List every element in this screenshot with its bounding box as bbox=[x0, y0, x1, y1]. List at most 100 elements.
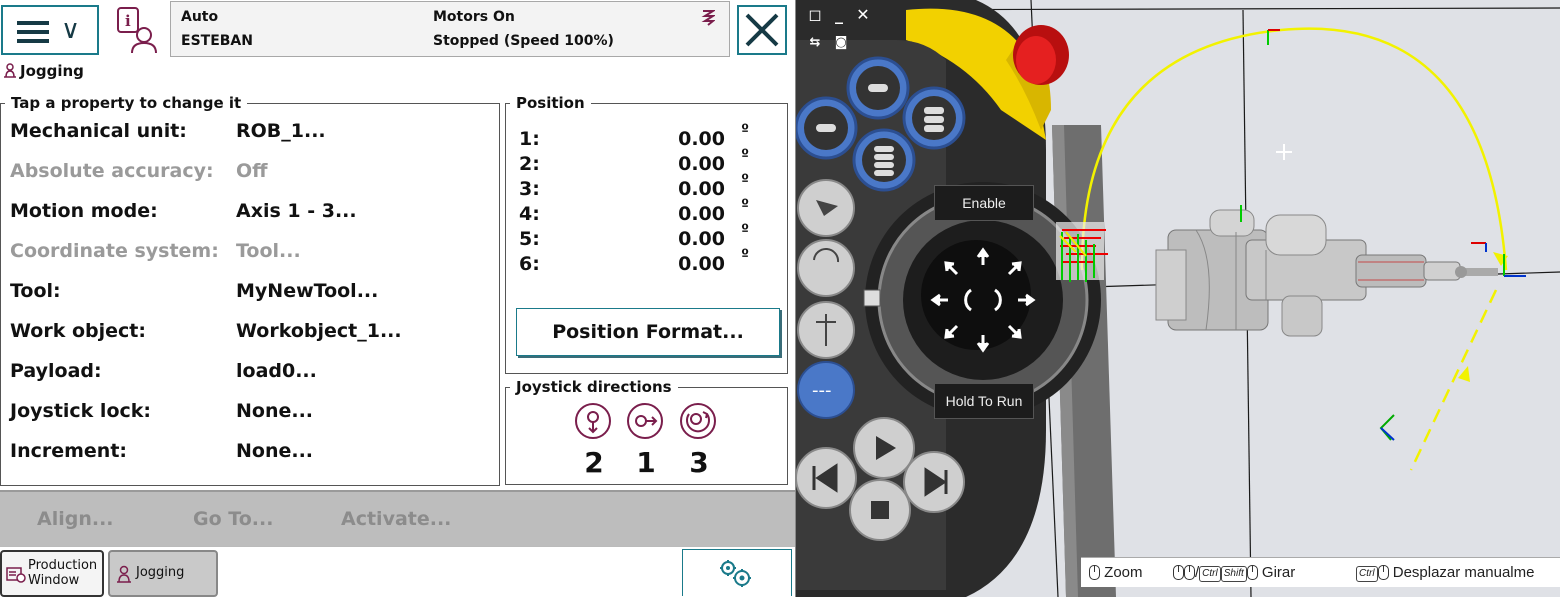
prop-value: None... bbox=[236, 400, 314, 422]
axis-value: 0.00 bbox=[678, 253, 725, 275]
taskbar: Production Window Jogging bbox=[0, 546, 795, 597]
restore-icon[interactable]: ◻ bbox=[806, 6, 824, 24]
task-production-window[interactable]: Production Window bbox=[0, 550, 104, 597]
swap-icon[interactable]: ⇆ bbox=[806, 34, 824, 52]
task-label: Window bbox=[28, 573, 80, 588]
degree-unit: º bbox=[741, 122, 749, 138]
mouse-icon bbox=[1184, 565, 1195, 580]
svg-text:---: --- bbox=[812, 380, 832, 401]
position-format-button[interactable]: Position Format... bbox=[516, 308, 780, 356]
prop-value: Workobject_1... bbox=[236, 320, 402, 342]
axis-number: 2: bbox=[519, 153, 540, 175]
zoom-hint: Zoom bbox=[1089, 564, 1143, 581]
task-label: Production bbox=[28, 558, 98, 573]
prop-value: load0... bbox=[236, 360, 317, 382]
prop-label: Motion mode: bbox=[10, 200, 158, 222]
mouse-icon bbox=[1246, 565, 1258, 580]
program-state: Stopped (Speed 100%) bbox=[433, 33, 614, 49]
degree-unit: º bbox=[741, 172, 749, 188]
flexpendant-screen: ∨ i Auto ESTEBAN Motors On Stopped (Spee… bbox=[0, 0, 795, 597]
controller-name: ESTEBAN bbox=[181, 33, 253, 49]
main-menu-button[interactable]: ∨ bbox=[1, 5, 99, 55]
align-button[interactable]: Align... bbox=[37, 508, 114, 530]
status-bar[interactable]: Auto ESTEBAN Motors On Stopped (Speed 10… bbox=[170, 1, 730, 57]
speed-icon bbox=[701, 10, 715, 26]
axis-value: 0.00 bbox=[678, 178, 725, 200]
close-icon bbox=[745, 13, 779, 47]
hamburger-icon bbox=[17, 21, 49, 43]
mouse-icon bbox=[1173, 565, 1184, 580]
prop-value: Tool... bbox=[236, 240, 301, 262]
prop-value: ROB_1... bbox=[236, 120, 326, 142]
navigation-hint-bar: Zoom / Ctrl Shift Girar Ctrl Desplazar man… bbox=[1081, 557, 1560, 587]
rotate-hint: / Ctrl Shift Girar bbox=[1173, 564, 1295, 582]
axis-value: 0.00 bbox=[678, 153, 725, 175]
ctrl-key-icon: Ctrl bbox=[1199, 566, 1221, 582]
robot-arm bbox=[1155, 205, 1498, 337]
task-jogging[interactable]: Jogging bbox=[108, 550, 218, 597]
jogging-icon bbox=[4, 63, 16, 78]
axis-number: 5: bbox=[519, 228, 540, 250]
axis-number: 4: bbox=[519, 203, 540, 225]
prop-value: MyNewTool... bbox=[236, 280, 379, 302]
scene-3d[interactable]: --- bbox=[796, 0, 1560, 597]
joystick-leftright-icon bbox=[627, 403, 663, 439]
axis-number: 1: bbox=[519, 128, 540, 150]
degree-unit: º bbox=[741, 147, 749, 163]
ctrl-key-icon: Ctrl bbox=[1356, 566, 1378, 582]
prop-label: Joystick lock: bbox=[10, 400, 151, 422]
hold-to-run-button[interactable]: Hold To Run bbox=[934, 383, 1034, 419]
mouse-icon bbox=[1377, 565, 1389, 580]
quickset-button[interactable] bbox=[682, 549, 792, 596]
axis-number: 3: bbox=[519, 178, 540, 200]
prop-label: Increment: bbox=[10, 440, 128, 462]
prop-label: Work object: bbox=[10, 320, 146, 342]
joystick-axis-label: 3 bbox=[689, 446, 709, 479]
properties-legend: Tap a property to change it bbox=[11, 94, 242, 112]
pendant-body: --- bbox=[796, 0, 1101, 597]
axis-value: 0.00 bbox=[678, 203, 725, 225]
prop-value: None... bbox=[236, 440, 314, 462]
mouse-icon bbox=[1089, 565, 1100, 580]
svg-text:i: i bbox=[125, 12, 131, 30]
prop-label: Tool: bbox=[10, 280, 61, 302]
prop-label: Payload: bbox=[10, 360, 102, 382]
command-bar: Align... Go To... Activate... bbox=[0, 490, 795, 546]
page-title: Jogging bbox=[20, 62, 84, 80]
shift-key-icon: Shift bbox=[1220, 566, 1247, 582]
breadcrumb: Jogging bbox=[2, 62, 84, 82]
camera-icon[interactable]: ◙ bbox=[832, 34, 850, 52]
operating-mode: Auto bbox=[181, 9, 219, 25]
degree-unit: º bbox=[741, 222, 749, 238]
joystick-axis-label: 2 bbox=[584, 446, 604, 479]
goto-button[interactable]: Go To... bbox=[193, 508, 273, 530]
prop-label: Absolute accuracy: bbox=[10, 160, 214, 182]
axis-number: 6: bbox=[519, 253, 540, 275]
gears-icon bbox=[720, 560, 751, 587]
production-window-icon bbox=[6, 567, 26, 583]
activate-button[interactable]: Activate... bbox=[341, 508, 451, 530]
chevron-down-icon: ∨ bbox=[61, 15, 81, 45]
joystick-rotate-icon bbox=[680, 403, 716, 439]
minimize-icon[interactable]: _ bbox=[830, 6, 848, 24]
close-button[interactable] bbox=[737, 5, 787, 55]
degree-unit: º bbox=[741, 247, 749, 263]
joystick-axis-label: 1 bbox=[636, 446, 656, 479]
pan-hint: Ctrl Desplazar manualme bbox=[1356, 564, 1534, 582]
task-label: Jogging bbox=[136, 565, 185, 580]
event-log-icon[interactable]: i bbox=[112, 5, 162, 55]
degree-unit: º bbox=[741, 197, 749, 213]
jogging-icon bbox=[117, 565, 131, 583]
prop-value: Off bbox=[236, 160, 268, 182]
joystick-updown-icon bbox=[575, 403, 611, 439]
joystick-legend: Joystick directions bbox=[516, 378, 672, 396]
close-icon[interactable]: ✕ bbox=[854, 6, 872, 24]
prop-label: Mechanical unit: bbox=[10, 120, 187, 142]
axis-value: 0.00 bbox=[678, 228, 725, 250]
axis-value: 0.00 bbox=[678, 128, 725, 150]
motors-state: Motors On bbox=[433, 9, 515, 25]
prop-label: Coordinate system: bbox=[10, 240, 219, 262]
virtual-view: --- ◻ _ ✕ ⇆ ◙ Enable Hold To Run Zoom / … bbox=[795, 0, 1560, 597]
position-legend: Position bbox=[516, 94, 585, 112]
enable-button[interactable]: Enable bbox=[934, 185, 1034, 221]
